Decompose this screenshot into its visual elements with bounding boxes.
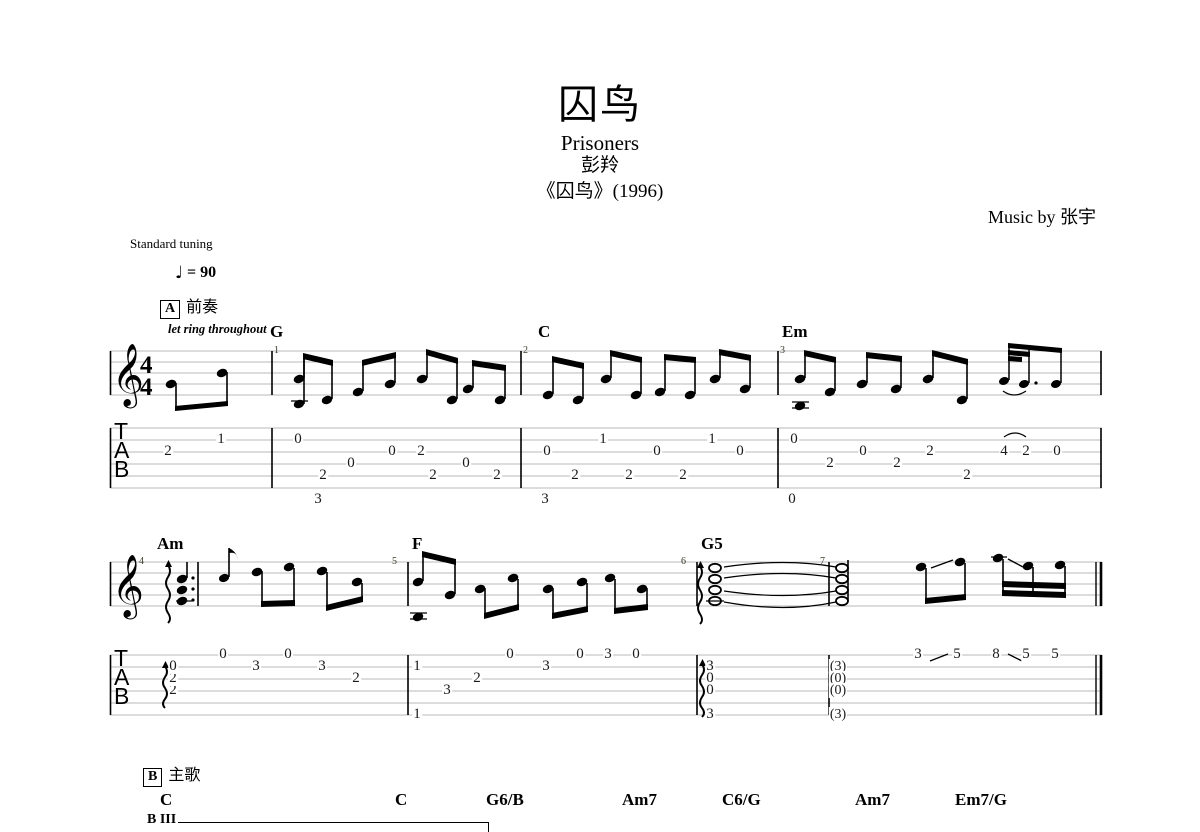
chord-symbol: C6/G [722,790,761,809]
tab-fret-number: 0 [575,646,585,662]
tab-fret-number: 2 [962,467,972,483]
measure-number: 5 [392,556,397,567]
album-and-year: 《囚鸟》(1996) [536,181,664,202]
tab-fret-number: (3) [828,707,848,722]
let-ring-instruction: let ring throughout [168,322,267,336]
tab-fret-number: 3 [705,706,715,722]
tempo-marking: ♩ = 90 [175,262,217,283]
tab-fret-number: 1 [216,431,226,447]
tab-fret-number: 2 [825,455,835,471]
tab-fret-number: 2 [492,467,502,483]
page-title-chinese: 囚鸟 [558,82,642,127]
chord-symbol: Am [157,534,184,553]
chord-symbol: Am7 [855,790,890,809]
tab-fret-number: 1 [412,658,422,674]
tab-fret-number: 3 [603,646,613,662]
tab-fret-number: 0 [461,455,471,471]
svg-text:𝄞: 𝄞 [112,343,144,409]
tab-fret-number: 2 [624,467,634,483]
tab-fret-number: 2 [925,443,935,459]
section-label: 前奏 [186,299,219,316]
tab-fret-number: (0) [828,683,848,698]
tab-fret-number: 2 [892,455,902,471]
tab-fret-number: 1 [412,706,422,722]
svg-text:4: 4 [140,352,153,379]
tab-fret-number: 0 [505,646,515,662]
rehearsal-letter: A [160,300,181,319]
tab-fret-number: 2 [1021,443,1031,459]
measure-number: 3 [780,345,785,356]
tempo-value: = 90 [187,264,217,281]
measure-number: 6 [681,556,686,567]
tab-fret-number: 0 [293,431,303,447]
measure-number: 4 [139,556,144,567]
tab-fret-number: 5 [1021,646,1031,662]
chord-symbol: G5 [701,534,723,553]
chord-symbol: C [160,790,173,809]
tab-fret-number: 2 [318,467,328,483]
tab-fret-number: 3 [251,658,261,674]
tab-fret-number: 3 [541,658,551,674]
tab-fret-number: 0 [387,443,397,459]
tab-fret-number: 1 [598,431,608,447]
tab-fret-number: 8 [991,646,1001,662]
tab-fret-number: 2 [351,670,361,686]
tab-fret-number: 0 [542,443,552,459]
tab-fret-number: 0 [346,455,356,471]
tab-fret-number: 1 [707,431,717,447]
tab-fret-number: 2 [428,467,438,483]
measure-number: 1 [274,345,279,356]
tab-fret-number: 5 [1050,646,1060,662]
tab-fret-number: 0 [858,443,868,459]
tab-fret-number: 2 [472,670,482,686]
rehearsal-mark-a: A 前奏 [160,293,218,319]
tab-fret-number: 0 [168,658,178,674]
section-label: 主歌 [168,767,201,784]
music-credit: Music by 张宇 [988,207,1096,227]
tab-fret-number: 0 [735,443,745,459]
quarter-note-icon: ♩ [175,263,184,283]
barre-position-label: B III [147,812,177,827]
chord-symbol: C [395,790,408,809]
chord-symbol: Em [782,322,808,341]
chord-symbol: C [538,322,551,341]
chord-symbol: Am7 [622,790,657,809]
chord-symbol: G [270,322,284,341]
tab-fret-number: 2 [416,443,426,459]
barre-bracket-line [178,822,488,823]
measure-number: 2 [523,345,528,356]
page-title-english: Prisoners [560,131,640,155]
rehearsal-mark-b: B 主歌 [143,761,200,787]
tab-fret-number: 0 [652,443,662,459]
artist-name: 彭羚 [580,155,619,176]
chord-symbol: F [412,534,423,553]
tab-fret-number: 3 [913,646,923,662]
tab-fret-number: 3 [313,491,323,507]
tab-fret-number: 2 [678,467,688,483]
tab-fret-number: 2 [570,467,580,483]
tab-fret-number: 3 [540,491,550,507]
tab-fret-number: 3 [442,682,452,698]
measure-number: 7 [820,556,825,567]
tuning-label: Standard tuning [130,236,213,251]
tab-fret-number: 0 [789,431,799,447]
rehearsal-letter: B [143,768,163,787]
tab-fret-number: 0 [1052,443,1062,459]
tab-fret-number: 0 [787,491,797,507]
tab-fret-number: 0 [218,646,228,662]
tab-letter-b: B [114,456,130,482]
tab-fret-number: 0 [631,646,641,662]
tab-fret-number: 2 [163,443,173,459]
tab-letter-b: B [114,683,130,709]
tab-fret-number: 0 [283,646,293,662]
tab-fret-number: 5 [952,646,962,662]
tab-fret-number: 4 [999,443,1009,459]
chord-symbol: G6/B [486,790,524,809]
chord-symbol: Em7/G [955,790,1007,809]
tab-fret-number: 0 [705,682,715,698]
svg-text:4: 4 [140,374,153,401]
tab-fret-number: 3 [317,658,327,674]
